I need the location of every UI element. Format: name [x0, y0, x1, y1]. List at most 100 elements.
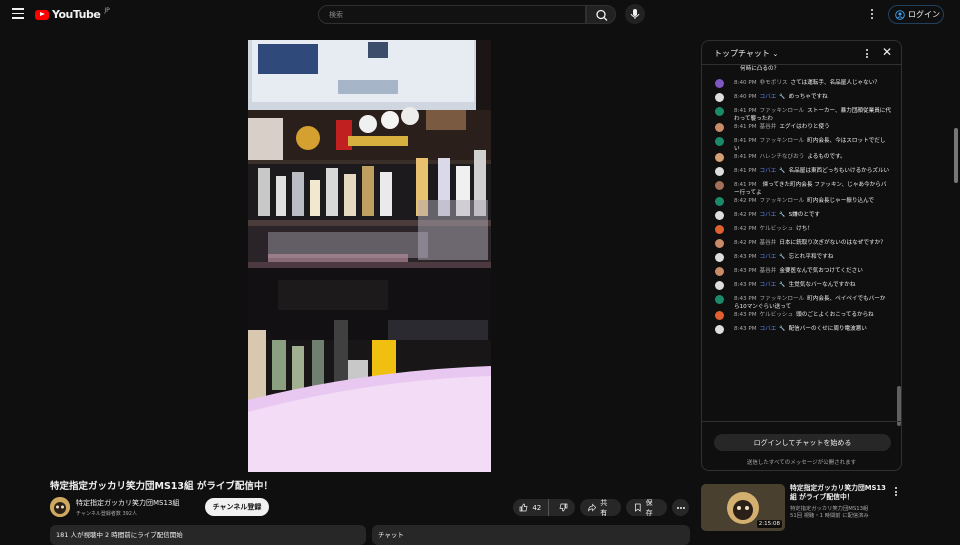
related-video-menu-icon[interactable]: [895, 487, 899, 498]
related-video-meta: 特定指定ガッカリ笑力団MS13組 51回 視聴・1 時間前 に配信済み: [790, 506, 890, 520]
chat-message[interactable]: 8:41 PM ハレンチなびおう よるものです。: [702, 153, 895, 167]
chat-message-list[interactable]: 何時に凸るの？ 8:40 PM 非モボリス さては運転手、名品屋人じゃない？ 8:40 …: [702, 65, 895, 421]
chat-timestamp: 8:43 PM: [734, 312, 757, 318]
chat-message[interactable]: 8:42 PM ファッキンロール 町内会長じゃー振り込んで: [702, 197, 895, 211]
chat-message[interactable]: 8:43 PM コバエ 🔧 忘とれ平和ですね: [702, 253, 895, 267]
related-video-channel[interactable]: 特定指定ガッカリ笑力団MS13組: [790, 506, 890, 513]
related-video-stats: 51回 視聴・1 時間前 に配信済み: [790, 513, 869, 519]
chat-author-name[interactable]: コバエ: [760, 326, 777, 332]
chat-message[interactable]: 8:42 PM 基谷井 日本に銃取り次ぎがないのはなぜですか？: [702, 239, 895, 253]
chat-author-avatar[interactable]: [715, 325, 724, 334]
chat-author-name[interactable]: 基谷井: [760, 268, 777, 274]
chat-author-name[interactable]: ケルビッシュ: [760, 312, 794, 318]
chat-author-avatar[interactable]: [715, 93, 724, 102]
chat-login-button[interactable]: ログインしてチャットを始める: [714, 434, 891, 451]
chat-author-avatar[interactable]: [715, 181, 724, 190]
channel-name[interactable]: 特定指定ガッカリ笑力団MS13組: [76, 498, 179, 508]
chat-message[interactable]: 何時に凸るの？: [702, 65, 895, 79]
subscribe-button[interactable]: チャンネル登録: [205, 498, 269, 516]
video-player[interactable]: [248, 40, 491, 472]
dislike-button[interactable]: [553, 499, 575, 516]
chat-author-avatar[interactable]: [715, 123, 724, 132]
chat-author-avatar[interactable]: [715, 153, 724, 162]
chat-message[interactable]: 8:41 PM ファッキンロール 町内会長、今はスロットでだしい: [702, 137, 895, 153]
settings-menu-icon[interactable]: [870, 9, 874, 21]
chat-author-avatar[interactable]: [715, 65, 724, 74]
chat-author-avatar[interactable]: [715, 211, 724, 220]
chat-author-avatar[interactable]: [715, 295, 724, 304]
description-box[interactable]: 181 人が視聴中 2 時間前にライブ配信開始: [50, 525, 366, 545]
chat-author-avatar[interactable]: [715, 253, 724, 262]
channel-avatar-image: [50, 497, 70, 517]
menu-icon[interactable]: [12, 8, 24, 20]
chat-scrollbar-track[interactable]: [896, 65, 901, 421]
chat-author-name[interactable]: ファッキンロール: [760, 138, 805, 144]
chat-message[interactable]: 8:40 PM 非モボリス さては運転手、名品屋人じゃない？: [702, 79, 895, 93]
chat-timestamp: 8:41 PM: [734, 154, 757, 160]
chat-message[interactable]: 8:43 PM コバエ 🔧 生覚気なバーなんですかね: [702, 281, 895, 295]
chat-author-name[interactable]: ハレンチなびおう: [760, 154, 805, 160]
chat-author-name[interactable]: ファッキンロール: [760, 108, 805, 114]
chat-message[interactable]: 8:41 PM 基谷井 エグイはわりと使う: [702, 123, 895, 137]
youtube-play-icon: [35, 9, 49, 20]
chat-author-avatar[interactable]: [715, 79, 724, 88]
chat-tab-label: チャット: [378, 531, 404, 539]
live-chat-panel: トップチャット ⌄ ✕ 何時に凸るの？ 8:40 PM 非モボリス さては運転手、名品…: [701, 40, 902, 471]
chat-author-avatar[interactable]: [715, 107, 724, 116]
more-actions-button[interactable]: [672, 499, 689, 516]
search-button[interactable]: [586, 5, 616, 24]
chat-message[interactable]: 8:43 PM ケルビッシュ 頭のごとよくおこってるからね: [702, 311, 895, 325]
chat-author-name[interactable]: ファッキンロール: [760, 296, 805, 302]
chat-author-name[interactable]: コバエ: [760, 94, 777, 100]
chat-author-name[interactable]: コバエ: [760, 212, 777, 218]
chat-mode-dropdown[interactable]: トップチャット ⌄: [714, 48, 778, 59]
save-button[interactable]: 保存: [626, 499, 667, 517]
chat-message-text: けち！: [796, 226, 813, 232]
chat-message[interactable]: 8:41 PM ファッキンロール ストーカー、暴力団顔従業員に代わって襲ったわ: [702, 107, 895, 123]
share-button[interactable]: 共有: [580, 499, 621, 517]
related-video-thumbnail[interactable]: 2:15:08: [701, 484, 785, 531]
chat-menu-icon[interactable]: [866, 49, 870, 60]
like-button[interactable]: 42: [513, 499, 549, 516]
page-scrollbar-track[interactable]: [953, 30, 958, 540]
chat-author-avatar[interactable]: [715, 197, 724, 206]
chat-author-avatar[interactable]: [715, 281, 724, 290]
close-icon[interactable]: ✕: [882, 45, 892, 59]
chat-author-avatar[interactable]: [715, 267, 724, 276]
search-input[interactable]: 検索: [318, 5, 586, 24]
voice-search-button[interactable]: [625, 4, 645, 24]
chat-message[interactable]: 8:43 PM ファッキンロール 町内会長、ペイペイでもバーから10マンぐらい送って: [702, 295, 895, 311]
chat-message[interactable]: 8:41 PM 帰ってきた町内会長 ファッキン、じゃあ今からバー行ってよ: [702, 181, 895, 197]
chat-author-avatar[interactable]: [715, 137, 724, 146]
chat-author-name[interactable]: 基谷井: [760, 240, 777, 246]
channel-avatar[interactable]: [50, 497, 70, 517]
chat-author-name[interactable]: コバエ: [760, 254, 777, 260]
chat-author-name[interactable]: 基谷井: [760, 124, 777, 130]
chat-author-name[interactable]: ファッキンロール: [760, 198, 805, 204]
related-video-title[interactable]: 特定指定ガッカリ笑力団MS13組 がライブ配信中！: [790, 484, 890, 501]
chat-author-avatar[interactable]: [715, 225, 724, 234]
youtube-logo[interactable]: YouTube JP: [35, 7, 110, 21]
chat-author-avatar[interactable]: [715, 311, 724, 320]
chat-author-avatar[interactable]: [715, 167, 724, 176]
more-horizontal-icon: [676, 506, 685, 509]
chat-message[interactable]: 8:43 PM 基谷井 金要医なんで気おつけてください: [702, 267, 895, 281]
page-scrollbar-thumb[interactable]: [954, 128, 958, 183]
login-button[interactable]: ログイン: [888, 5, 944, 24]
chat-author-name[interactable]: コバエ: [760, 282, 777, 288]
chat-message[interactable]: 8:41 PM コバエ 🔧 名品屋は東西どっちもいけるからズルい: [702, 167, 895, 181]
chat-author-name[interactable]: ケルビッシュ: [760, 226, 794, 232]
chat-scrollbar-thumb[interactable]: [897, 386, 901, 426]
chat-author-avatar[interactable]: [715, 239, 724, 248]
chat-message[interactable]: 8:40 PM コバエ 🔧 めっちゃですね: [702, 93, 895, 107]
chat-timestamp: 8:40 PM: [734, 80, 757, 86]
like-dislike-group: 42: [513, 499, 575, 516]
chat-tab[interactable]: チャット: [372, 525, 690, 545]
chat-message[interactable]: 8:42 PM コバエ 🔧 S嫌のとです: [702, 211, 895, 225]
chat-timestamp: 8:41 PM: [734, 168, 757, 174]
chat-author-name[interactable]: コバエ: [760, 168, 777, 174]
chat-message-text: 忘とれ平和ですね: [788, 254, 834, 260]
chat-author-name[interactable]: 非モボリス: [760, 80, 788, 86]
chat-message[interactable]: 8:42 PM ケルビッシュ けち！: [702, 225, 895, 239]
chat-message[interactable]: 8:43 PM コバエ 🔧 配信バーのくせに周り電波悪い: [702, 325, 895, 339]
